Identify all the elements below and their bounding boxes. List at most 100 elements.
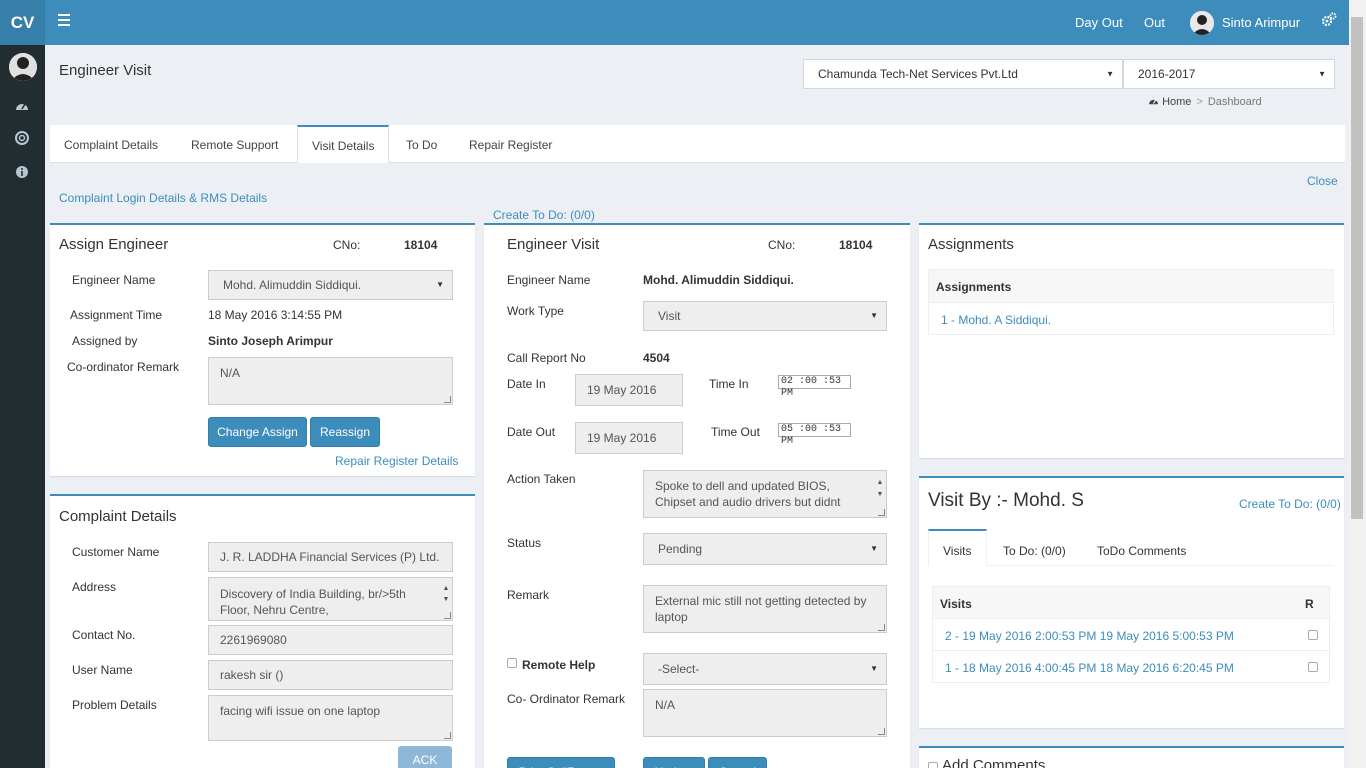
reassign-button[interactable]: Reassign xyxy=(310,417,380,447)
cno-value: 18104 xyxy=(839,238,873,252)
engineer-visit-box: Engineer Visit CNo: 18104 Engineer Name … xyxy=(484,223,910,768)
time-in-field[interactable]: 02 :00 :53 PM xyxy=(778,375,851,399)
assignment-time-value: 18 May 2016 3:14:55 PM xyxy=(208,308,343,322)
user-name[interactable]: Sinto Arimpur xyxy=(1222,15,1300,30)
remark-value: External mic still not getting detected … xyxy=(655,594,867,624)
time-in-label: Time In xyxy=(709,377,749,391)
assigned-by-label: Assigned by xyxy=(72,334,138,348)
customer-name-label: Customer Name xyxy=(72,545,160,559)
tab-todo[interactable]: To Do: (0/0) xyxy=(1003,544,1066,558)
scrollbar-thumb[interactable] xyxy=(1351,17,1363,519)
create-todo-link[interactable]: Create To Do: (0/0) xyxy=(1239,497,1341,511)
visit-by-tabs: Visits To Do: (0/0) ToDo Comments xyxy=(928,529,1334,566)
breadcrumb: Home > Dashboard xyxy=(1148,96,1262,108)
engineer-name-label: Engineer Name xyxy=(507,273,591,287)
resize-handle-icon[interactable] xyxy=(878,624,885,631)
user-avatar[interactable] xyxy=(1190,11,1214,35)
call-report-label: Call Report No xyxy=(507,351,586,365)
assignments-panel: Assignments 1 - Mohd. A Siddiqui. xyxy=(928,269,1334,335)
logo[interactable]: CV xyxy=(0,0,45,45)
date-in-field[interactable]: 19 May 2016 xyxy=(575,374,683,406)
company-select[interactable]: Chamunda Tech-Net Services Pvt.Ltd ▼ xyxy=(803,59,1123,89)
time-out-field[interactable]: 05 :00 :53 PM xyxy=(778,423,851,447)
contact-no-field[interactable]: 2261969080 xyxy=(208,625,453,655)
assignments-panel-title: Assignments xyxy=(936,280,1012,294)
ack-button[interactable]: ACK xyxy=(398,746,452,768)
scroll-down-icon[interactable]: ▼ xyxy=(442,592,450,608)
address-value: Discovery of India Building, br/>5th Flo… xyxy=(220,587,406,617)
date-out-label: Date Out xyxy=(507,425,556,439)
assign-engineer-box: Assign Engineer CNo: 18104 Engineer Name… xyxy=(50,223,475,476)
update-button[interactable]: Update xyxy=(643,757,705,768)
print-callreport-button[interactable]: Print CallReport xyxy=(507,757,615,768)
engineer-name-select[interactable]: Mohd. Alimuddin Siddiqui. ▼ xyxy=(208,270,453,300)
action-taken-field[interactable]: Spoke to dell and updated BIOS, Chipset … xyxy=(643,470,887,518)
info-icon[interactable] xyxy=(14,165,30,182)
coordinator-remark-field[interactable]: N/A xyxy=(643,689,887,737)
page-scrollbar[interactable] xyxy=(1349,0,1366,768)
tab-to-do[interactable]: To Do xyxy=(406,138,437,152)
resize-handle-icon[interactable] xyxy=(878,728,885,735)
support-icon[interactable] xyxy=(14,131,30,148)
tab-remote-support[interactable]: Remote Support xyxy=(191,138,278,152)
add-comments-checkbox[interactable] xyxy=(928,762,938,768)
cno-value: 18104 xyxy=(404,238,438,252)
tab-todo-comments[interactable]: ToDo Comments xyxy=(1097,544,1186,558)
add-comments-box: Add Comments xyxy=(919,746,1344,768)
repair-register-link[interactable]: Repair Register Details xyxy=(335,454,458,468)
resize-handle-icon[interactable] xyxy=(444,612,451,619)
coordinator-remark-value: N/A xyxy=(220,366,241,380)
row-checkbox[interactable] xyxy=(1308,630,1318,640)
year-select[interactable]: 2016-2017 ▼ xyxy=(1123,59,1335,89)
tab-visit-details[interactable]: Visit Details xyxy=(297,125,390,163)
bars-icon[interactable] xyxy=(58,14,70,26)
customer-name-field[interactable]: J. R. LADDHA Financial Services (P) Ltd. xyxy=(208,542,453,572)
date-in-value: 19 May 2016 xyxy=(587,383,657,397)
remark-field[interactable]: External mic still not getting detected … xyxy=(643,585,887,633)
resize-handle-icon[interactable] xyxy=(878,509,885,516)
date-in-label: Date In xyxy=(507,377,546,391)
out-link[interactable]: Out xyxy=(1144,15,1165,30)
remote-help-select[interactable]: -Select- ▼ xyxy=(643,653,887,685)
dashboard-icon[interactable] xyxy=(14,99,30,114)
page-title: Engineer Visit xyxy=(59,62,152,79)
remote-help-checkbox[interactable] xyxy=(507,658,517,668)
change-assign-button[interactable]: Change Assign xyxy=(208,417,307,447)
close-link[interactable]: Close xyxy=(1307,174,1338,188)
chevron-down-icon: ▼ xyxy=(870,664,878,673)
cancel-button[interactable]: Cancel xyxy=(708,757,767,768)
scroll-down-icon[interactable]: ▼ xyxy=(876,487,884,503)
resize-handle-icon[interactable] xyxy=(444,396,451,403)
address-field[interactable]: Discovery of India Building, br/>5th Flo… xyxy=(208,577,453,621)
status-select[interactable]: Pending ▼ xyxy=(643,533,887,565)
user-name-field[interactable]: rakesh sir () xyxy=(208,660,453,690)
assignment-item[interactable]: 1 - Mohd. A Siddiqui. xyxy=(941,313,1051,327)
year-select-value: 2016-2017 xyxy=(1138,67,1196,81)
visit-link[interactable]: 1 - 18 May 2016 4:00:45 PM 18 May 2016 6… xyxy=(945,661,1234,675)
chevron-down-icon: ▼ xyxy=(1106,69,1114,79)
coordinator-remark-field[interactable]: N/A xyxy=(208,357,453,405)
tab-complaint-details[interactable]: Complaint Details xyxy=(64,138,158,152)
assignment-time-label: Assignment Time xyxy=(70,308,163,322)
visit-link[interactable]: 2 - 19 May 2016 2:00:53 PM 19 May 2016 5… xyxy=(945,629,1234,643)
assignments-panel-header: Assignments xyxy=(929,270,1333,303)
create-todo-link[interactable]: Create To Do: (0/0) xyxy=(493,208,595,222)
resize-handle-icon[interactable] xyxy=(444,732,451,739)
row-checkbox[interactable] xyxy=(1308,662,1318,672)
day-out-link[interactable]: Day Out xyxy=(1075,15,1123,30)
work-type-select[interactable]: Visit ▼ xyxy=(643,301,887,331)
problem-details-field[interactable]: facing wifi issue on one laptop xyxy=(208,695,453,741)
remote-help-label: Remote Help xyxy=(522,658,596,672)
complaint-login-link[interactable]: Complaint Login Details & RMS Details xyxy=(59,191,267,205)
gears-icon[interactable] xyxy=(1321,12,1337,32)
sidebar xyxy=(0,45,45,768)
date-out-field[interactable]: 19 May 2016 xyxy=(575,422,683,454)
tab-repair-register[interactable]: Repair Register xyxy=(469,138,552,152)
tab-visits[interactable]: Visits xyxy=(928,529,987,566)
table-row: 1 - 18 May 2016 4:00:45 PM 18 May 2016 6… xyxy=(933,651,1329,683)
remark-label: Remark xyxy=(507,588,550,602)
complaint-details-box: Complaint Details Customer Name J. R. LA… xyxy=(50,494,475,768)
col-r: R xyxy=(1305,597,1314,611)
engineer-visit-title: Engineer Visit xyxy=(507,236,600,253)
breadcrumb-home[interactable]: Home xyxy=(1162,96,1191,108)
